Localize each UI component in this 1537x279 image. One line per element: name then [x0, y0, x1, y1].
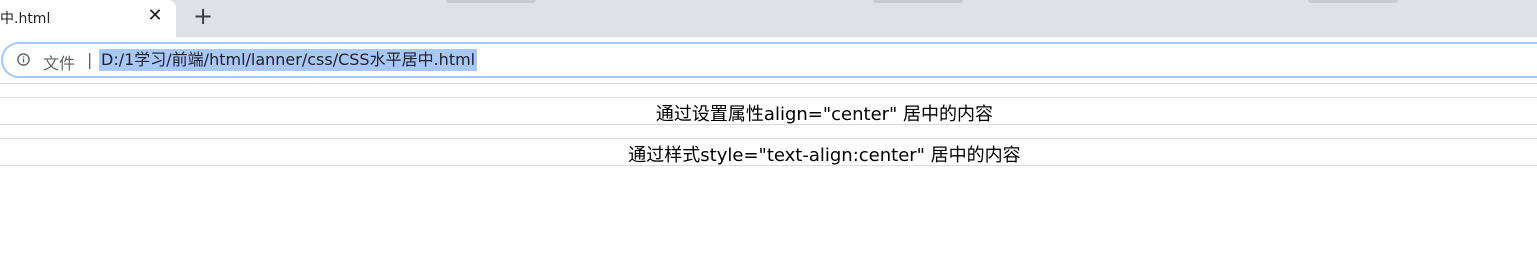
browser-toolbar: 文件 | D:/1学习/前端/html/lanner/css/CSS水平居中.h… — [0, 37, 1537, 84]
align-attribute-text: 通过设置属性align="center" 居中的内容 — [655, 104, 994, 125]
horizontal-rule — [0, 165, 1537, 166]
text-align-style-text: 通过样式style="text-align:center" 居中的内容 — [628, 145, 1021, 166]
scheme-label: 文件 — [43, 54, 76, 73]
horizontal-rule — [0, 124, 1537, 125]
address-separator: | — [87, 50, 93, 69]
tab-strip: 中.html ✕ + — [0, 0, 1537, 37]
tab-title: 中.html — [0, 11, 51, 27]
address-bar[interactable]: 文件 | D:/1学习/前端/html/lanner/css/CSS水平居中.h… — [1, 42, 1537, 78]
tab-edge-indicator — [446, 0, 536, 3]
tab-edge-indicator — [873, 0, 963, 3]
page-content: 通过设置属性align="center" 居中的内容 通过样式style="te… — [0, 84, 1537, 279]
horizontal-rule — [0, 97, 1537, 98]
url-text[interactable]: D:/1学习/前端/html/lanner/css/CSS水平居中.html — [99, 49, 478, 71]
horizontal-rule — [0, 138, 1537, 139]
info-icon[interactable] — [17, 53, 30, 66]
tab-edge-indicator — [1308, 0, 1398, 3]
close-tab-icon[interactable]: ✕ — [144, 5, 166, 27]
active-tab[interactable]: 中.html ✕ — [0, 0, 176, 37]
new-tab-button[interactable]: + — [190, 4, 216, 30]
